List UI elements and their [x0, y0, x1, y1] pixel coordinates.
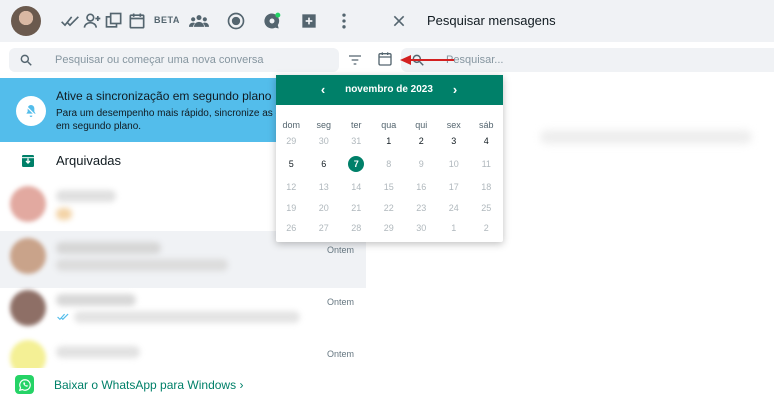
calendar-day: 21 — [351, 203, 362, 213]
sync-banner-body: Para um desempenho mais rápido, sincroni… — [56, 107, 278, 133]
calendar-day: 18 — [481, 182, 492, 192]
calendar-day: 30 — [416, 223, 427, 233]
calendar-day: 30 — [318, 136, 329, 146]
new-chat-icon[interactable] — [297, 9, 321, 33]
chat-avatar — [10, 186, 46, 222]
calendar-day: 11 — [481, 159, 491, 169]
calendar-day: 28 — [351, 223, 362, 233]
sync-banner-body-line1: Para um desempenho mais rápido, sincroni… — [56, 108, 278, 119]
search-icon[interactable] — [19, 53, 33, 67]
chat-time: Ontem — [327, 297, 355, 307]
message-search-input[interactable] — [446, 48, 746, 72]
chat-name-redacted — [56, 294, 136, 306]
calendar-day[interactable]: 4 — [470, 132, 503, 150]
calendar-day: 12 — [286, 182, 297, 192]
weekday-label: seg — [316, 120, 331, 130]
weekday-label: sáb — [478, 120, 494, 130]
calendar-day: 16 — [416, 182, 427, 192]
calendar-day: 17 — [448, 182, 459, 192]
calendar-day: 20 — [318, 203, 329, 213]
calendar-day: 2 — [483, 223, 489, 233]
calendar-day[interactable]: 6 — [308, 155, 341, 173]
weekday-label: ter — [350, 120, 362, 130]
sync-banner-title: Ative a sincronização em segundo plano — [56, 89, 272, 103]
new-group-icon[interactable] — [102, 9, 126, 33]
calendar-day: 14 — [351, 182, 362, 192]
double-check-read-icon — [57, 313, 69, 321]
calendar-day: 31 — [351, 136, 362, 146]
calendar-day: 1 — [451, 223, 457, 233]
calendar-day: 15 — [383, 182, 394, 192]
message-search-title: Pesquisar mensagens — [427, 13, 556, 28]
archive-icon — [22, 155, 34, 167]
chat-avatar — [10, 290, 46, 326]
chat-avatar — [10, 238, 46, 274]
chat-name-redacted — [56, 190, 116, 202]
download-link-label: Baixar o WhatsApp para Windows — [54, 378, 237, 392]
whatsapp-icon — [15, 375, 34, 394]
calendar-day: 26 — [286, 223, 297, 233]
calendar-day: 22 — [383, 203, 394, 213]
calendar-day[interactable]: 1 — [373, 132, 406, 150]
calendar-day: 25 — [481, 203, 492, 213]
channels-icon[interactable] — [260, 9, 284, 33]
chevron-right-icon: › — [239, 378, 244, 392]
calendar-day: 13 — [318, 182, 329, 192]
calendar-day[interactable]: 5 — [275, 155, 308, 173]
download-link[interactable]: Baixar o WhatsApp para Windows › — [54, 378, 243, 392]
chat-name-redacted — [56, 346, 140, 358]
sync-banner-body-line2: em segundo plano. — [56, 121, 142, 132]
red-arrow-annotation — [400, 55, 454, 65]
communities-icon[interactable] — [187, 9, 211, 33]
close-icon[interactable] — [388, 10, 410, 32]
chat-preview-redacted — [56, 208, 72, 220]
calendar-day: 29 — [383, 223, 394, 233]
chat-time: Ontem — [327, 349, 355, 359]
search-hint-redacted — [540, 130, 752, 144]
calendar-day: 23 — [416, 203, 427, 213]
filter-icon[interactable] — [347, 52, 363, 68]
weekday-label: qui — [415, 120, 428, 130]
bell-off-icon — [16, 96, 46, 126]
calendar-day: 9 — [418, 159, 424, 169]
archived-label: Arquivadas — [56, 153, 122, 168]
weekday-label: sex — [446, 120, 461, 130]
chat-preview-redacted — [56, 259, 228, 271]
calendar-day: 10 — [448, 159, 459, 169]
calendar-day: 29 — [286, 136, 297, 146]
weekday-label: dom — [282, 120, 300, 130]
calendar-day: 27 — [318, 223, 329, 233]
calendar-header-icon[interactable] — [125, 9, 149, 33]
calendar-icon[interactable] — [377, 51, 393, 67]
profile-avatar[interactable] — [11, 6, 41, 36]
double-check-icon[interactable] — [58, 9, 82, 33]
chat-preview-redacted — [74, 311, 300, 323]
calendar-day[interactable]: 3 — [438, 132, 471, 150]
date-picker-month: novembro de 2023 — [345, 84, 433, 95]
next-month-icon[interactable]: › — [447, 82, 463, 98]
prev-month-icon[interactable]: ‹ — [315, 82, 331, 98]
search-input[interactable] — [55, 48, 325, 72]
calendar-day[interactable]: 2 — [405, 132, 438, 150]
add-contact-icon[interactable] — [80, 9, 104, 33]
calendar-day[interactable]: 7 — [340, 155, 373, 173]
beta-label: BETA — [154, 15, 180, 25]
weekday-label: qua — [381, 120, 397, 130]
status-icon[interactable] — [224, 9, 248, 33]
menu-dots-icon[interactable] — [332, 9, 356, 33]
calendar-day: 19 — [286, 203, 297, 213]
chat-name-redacted — [56, 242, 161, 254]
calendar-day: 24 — [448, 203, 459, 213]
whatsapp-web-app: BETA Pesquisar mensagens Ative a sincron… — [0, 0, 774, 404]
calendar-day: 8 — [386, 159, 392, 169]
chat-time: Ontem — [327, 245, 355, 255]
